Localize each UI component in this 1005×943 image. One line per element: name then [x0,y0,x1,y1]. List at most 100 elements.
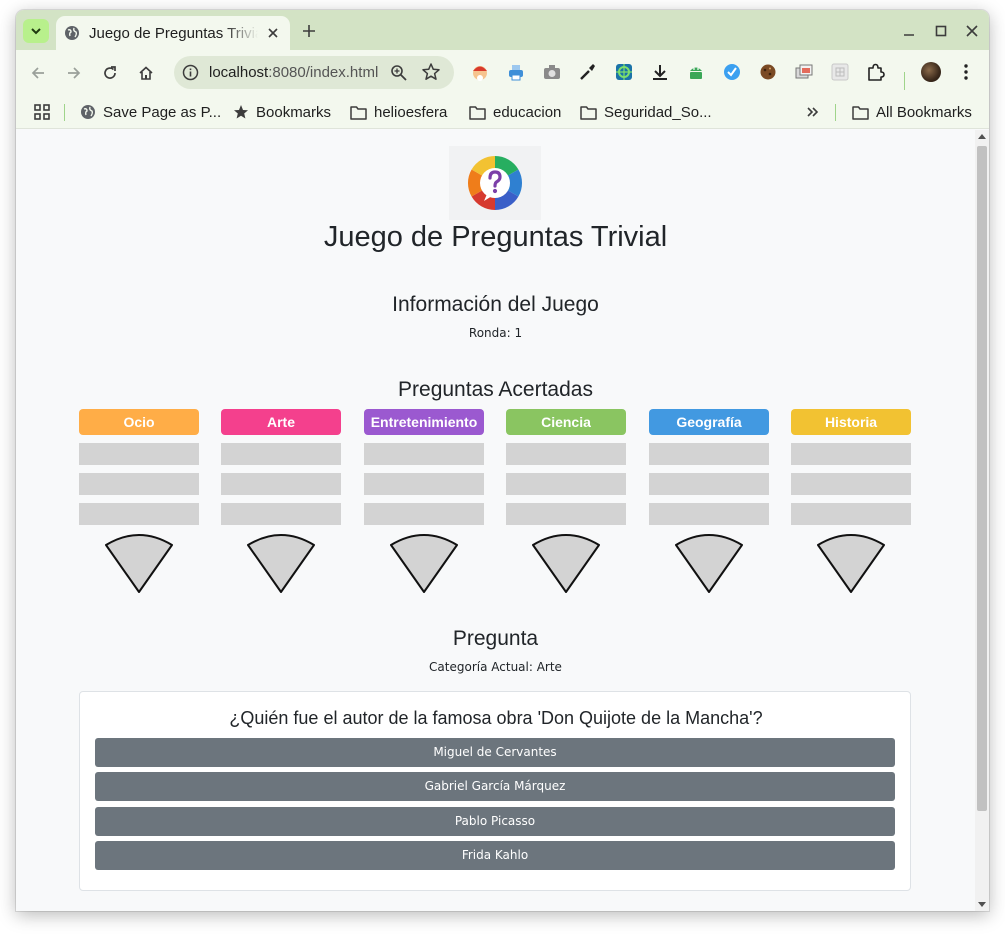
maximize-button[interactable] [931,21,951,41]
globe-icon [64,25,80,41]
extension-check-icon[interactable] [722,62,742,82]
all-bookmarks-label: All Bookmarks [876,103,972,121]
bookmark-label: helioesfera [374,103,448,121]
forward-button[interactable] [62,61,86,85]
home-button[interactable] [134,61,158,85]
bookmark-folder-educacion[interactable]: educacion [469,102,561,122]
game-info-heading: Información del Juego [392,293,599,316]
folder-icon [469,105,486,120]
cheese-wedge-icon [390,534,458,593]
category-badge-ciencia: Ciencia [506,409,626,435]
answer-slot [221,473,341,495]
plus-icon [303,25,315,37]
extension-santa-icon[interactable] [470,62,490,82]
answer-button[interactable]: Miguel de Cervantes [95,738,895,767]
cheese-wedge-icon [105,534,173,593]
bookmark-save-page[interactable]: Save Page as P... [80,102,221,122]
chevron-down-icon [31,28,41,35]
arrow-left-icon [31,67,44,79]
bookmark-bookmarks[interactable]: Bookmarks [233,102,331,122]
page-title: Juego de Preguntas Trivial [323,221,668,253]
bookmark-label: Save Page as P... [103,103,222,121]
answer-slot [791,503,911,525]
bookmarks-separator [64,104,65,121]
category-column-arte: Arte [221,409,341,595]
answer-slot [364,503,484,525]
answer-button[interactable]: Pablo Picasso [95,807,895,836]
extension-print-icon[interactable] [506,62,526,82]
toolbar-separator [904,72,905,90]
answer-slot [649,473,769,495]
new-tab-button[interactable] [298,20,320,42]
category-badge-ocio: Ocio [79,409,199,435]
scrollbar-thumb[interactable] [977,146,987,811]
category-column-entretenimiento: Entretenimiento [364,409,484,595]
answer-slot [649,503,769,525]
answer-slot [79,443,199,465]
browser-toolbar: localhost:8080/index.html [16,50,989,95]
extension-camera-icon[interactable] [542,62,562,82]
extension-android-icon[interactable] [686,62,706,82]
page-viewport: Juego de Preguntas Trivial Información d… [16,130,975,911]
site-info-icon[interactable] [182,64,199,81]
answer-slot [791,473,911,495]
bookmark-star-icon[interactable] [421,62,441,82]
category-column-historia: Historia [791,409,911,595]
close-icon [966,25,978,37]
bookmark-label: educacion [493,103,562,121]
scroll-up-arrow-icon[interactable] [978,134,986,139]
extension-eyedropper-icon[interactable] [578,62,598,82]
reload-icon [104,66,116,79]
minimize-icon [904,34,914,36]
cheese-wedge-icon [675,534,743,593]
apps-button[interactable] [33,102,58,122]
profile-avatar[interactable] [921,62,941,82]
bookmark-label: Seguridad_So... [604,103,712,121]
zoom-icon[interactable] [389,63,409,83]
tab-active[interactable]: Juego de Preguntas Trivial [56,16,290,50]
bookmarks-overflow-button[interactable] [806,102,827,122]
maximize-icon [935,25,947,37]
answer-slot [364,473,484,495]
tab-search-button[interactable] [23,19,49,43]
answer-slot [649,443,769,465]
back-button[interactable] [26,61,50,85]
reload-button[interactable] [98,61,122,85]
bookmark-folder-seguridad[interactable]: Seguridad_So... [580,102,712,122]
bookmark-folder-helioesfera[interactable]: helioesfera [350,102,447,122]
answer-slot [79,503,199,525]
extension-target-icon[interactable] [614,62,634,82]
address-bar[interactable]: localhost:8080/index.html [174,56,454,89]
close-icon[interactable] [264,24,282,42]
extension-windows-icon[interactable] [794,62,814,82]
arrow-right-icon [68,67,81,79]
minimize-button[interactable] [899,21,919,41]
answer-slot [364,443,484,465]
more-menu-icon[interactable] [956,62,976,82]
home-icon [139,66,153,80]
tab-strip: Juego de Preguntas Trivial [16,10,989,50]
folder-icon [852,105,869,120]
category-column-ciencia: Ciencia [506,409,626,595]
answer-slot [506,503,626,525]
answer-slot [221,503,341,525]
window-close-button[interactable] [962,21,982,41]
url-path: :8080/index.html [268,64,379,81]
correct-answers-heading: Preguntas Acertadas [398,378,593,401]
download-icon[interactable] [650,62,670,82]
url-host: localhost [209,64,269,81]
question-text: ¿Quién fue el autor de la famosa obra 'D… [229,708,763,728]
all-bookmarks-button[interactable]: All Bookmarks [852,102,972,122]
double-chevron-right-icon [807,107,819,117]
extension-cookie-icon[interactable] [758,62,778,82]
vertical-scrollbar[interactable] [975,130,989,911]
extension-grid-icon[interactable] [830,62,850,82]
category-column-geografia: Geografía [649,409,769,595]
extensions-puzzle-icon[interactable] [866,62,886,82]
scroll-down-arrow-icon[interactable] [978,902,986,907]
folder-icon [580,105,597,120]
answer-button[interactable]: Gabriel García Márquez [95,772,895,801]
apps-grid-icon [34,104,50,120]
answer-button[interactable]: Frida Kahlo [95,841,895,870]
current-category-text: Categoría Actual: Arte [429,660,562,674]
